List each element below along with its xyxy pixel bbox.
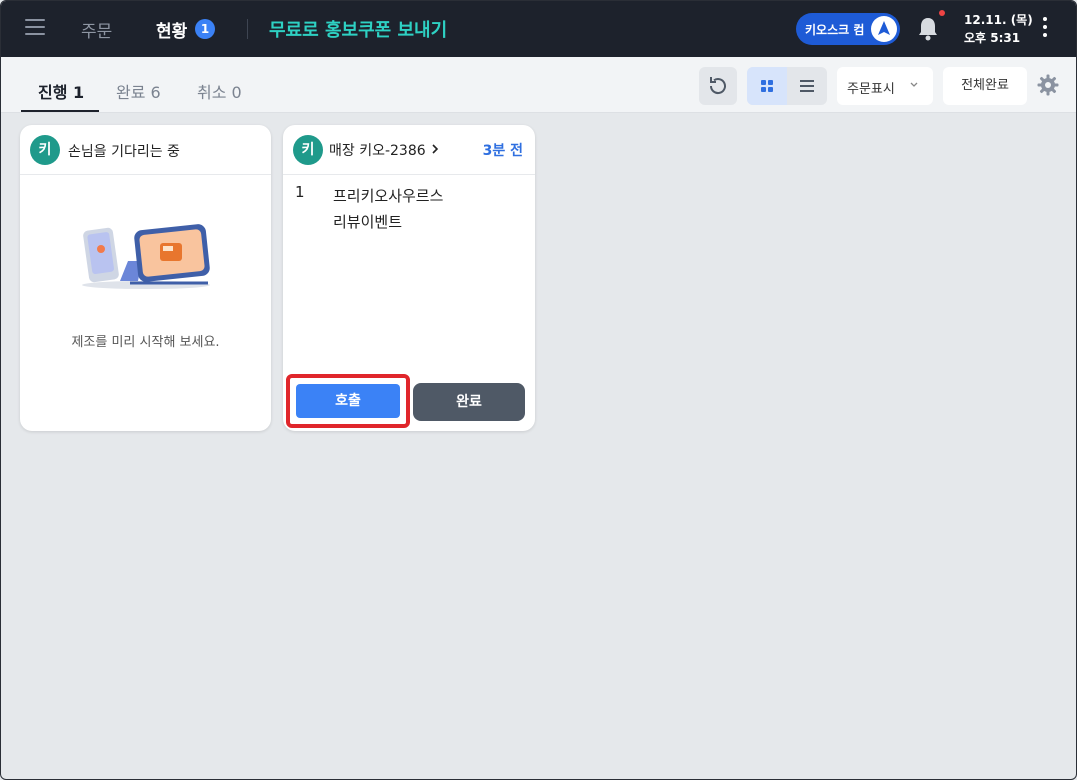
call-customer-button[interactable]: 호출 xyxy=(296,384,400,418)
waiting-card: 키 손님을 기다리는 중 제조를 미리 시작해 보세요. xyxy=(20,125,271,431)
elapsed-time: 3분 전 xyxy=(482,143,523,159)
grid-icon xyxy=(761,80,773,92)
datetime: 12.11. (목) 오후 5:31 xyxy=(964,11,1033,47)
nav-status[interactable]: 현황 xyxy=(156,17,187,42)
promo-coupon-link[interactable]: 무료로 홍보쿠폰 보내기 xyxy=(269,16,447,42)
order-store-link[interactable]: 매장 키오-2386 xyxy=(329,140,440,160)
current-time: 오후 5:31 xyxy=(964,31,1021,45)
order-display-dropdown[interactable]: 주문표시 xyxy=(837,67,933,105)
chevron-down-icon xyxy=(909,79,919,94)
item-name: 프리키오사우르스 리뷰이벤트 xyxy=(333,183,443,235)
notification-dot xyxy=(939,10,945,16)
item-quantity: 1 xyxy=(295,183,305,201)
tab-in-progress[interactable]: 진행 1 xyxy=(38,79,84,103)
refresh-button[interactable] xyxy=(699,67,737,105)
complete-order-button[interactable]: 완료 xyxy=(413,383,525,421)
order-card-header: 키 매장 키오-2386 3분 전 xyxy=(283,125,535,175)
top-bar: 주문 현황 1 무료로 홍보쿠폰 보내기 키오스크 컴 12.11. (목) 오… xyxy=(1,1,1076,57)
waiting-title: 손님을 기다리는 중 xyxy=(68,144,180,160)
waiting-message: 제조를 미리 시작해 보세요. xyxy=(71,335,220,350)
tab-completed[interactable]: 완료 6 xyxy=(116,79,161,103)
nav-order[interactable]: 주문 xyxy=(81,17,112,42)
kiosk-logo-icon xyxy=(871,16,897,42)
kiosk-tablet-illustration xyxy=(80,221,212,291)
tab-cancelled[interactable]: 취소 0 xyxy=(197,79,242,103)
current-date: 12.11. (목) xyxy=(964,13,1033,27)
order-card: 키 매장 키오-2386 3분 전 1 프리키오사우르스 리뷰이벤트 호출 완료 xyxy=(283,125,535,431)
kiosk-avatar: 키 xyxy=(293,135,323,165)
chevron-right-icon xyxy=(430,143,440,159)
list-view-button[interactable] xyxy=(787,67,827,105)
kiosk-device-button[interactable]: 키오스크 컴 xyxy=(796,13,900,45)
notification-bell-icon[interactable] xyxy=(916,15,940,43)
complete-all-button[interactable]: 전체완료 xyxy=(943,67,1027,105)
nav-divider xyxy=(247,19,248,39)
gear-icon[interactable] xyxy=(1036,73,1060,97)
app-window: 주문 현황 1 무료로 홍보쿠폰 보내기 키오스크 컴 12.11. (목) 오… xyxy=(0,0,1077,780)
more-vertical-icon[interactable] xyxy=(1037,17,1053,41)
item-name-line1: 프리키오사우르스 xyxy=(333,187,444,205)
view-toggle xyxy=(747,67,827,105)
hamburger-menu-icon[interactable] xyxy=(25,19,45,39)
kiosk-avatar: 키 xyxy=(30,135,60,165)
list-icon xyxy=(800,80,814,92)
order-toolbar: 진행 1 완료 6 취소 0 주문표시 전체완료 xyxy=(1,57,1076,113)
order-display-label: 주문표시 xyxy=(847,82,895,97)
order-number: 매장 키오-2386 xyxy=(329,143,426,159)
refresh-icon xyxy=(709,77,726,95)
status-count-badge: 1 xyxy=(195,19,215,39)
waiting-card-header: 키 손님을 기다리는 중 xyxy=(20,125,271,175)
grid-view-button[interactable] xyxy=(747,67,787,105)
active-tab-indicator xyxy=(21,110,99,112)
item-name-line2: 리뷰이벤트 xyxy=(333,213,403,231)
kiosk-device-label: 키오스크 컴 xyxy=(805,23,865,37)
